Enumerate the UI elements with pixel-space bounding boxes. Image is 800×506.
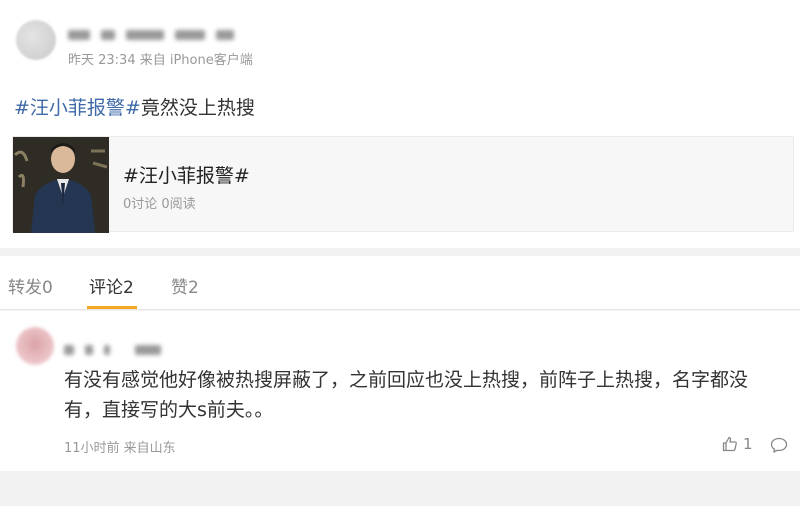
blur-block (175, 29, 206, 40)
person-thumbnail-icon (13, 137, 109, 233)
post-text: #汪小菲报警#竟然没上热搜 (14, 93, 255, 120)
like-count: 1 (743, 435, 753, 453)
username-blurred[interactable] (68, 24, 268, 40)
blur-block (85, 344, 94, 355)
post-hashtag-link[interactable]: #汪小菲报警# (14, 97, 141, 119)
blur-block (68, 29, 90, 40)
blur-block (101, 29, 116, 40)
blur-block (126, 29, 165, 40)
blur-block (216, 29, 235, 40)
avatar[interactable] (16, 20, 56, 60)
interaction-tabs: 转发0 评论2 赞2 (0, 256, 800, 310)
topic-stats: 0讨论 0阅读 (123, 197, 196, 212)
post-meta: 昨天 23:34 来自 iPhone客户端 (68, 53, 253, 68)
username-blurred[interactable] (64, 339, 224, 355)
comment-text: 有没有感觉他好像被热搜屏蔽了，之前回应也没上热搜，前阵子上热搜，名字都没有，直接… (64, 369, 749, 421)
topic-thumbnail (13, 137, 109, 233)
like-button[interactable]: 1 (722, 435, 753, 453)
tab-comments[interactable]: 评论2 (89, 273, 134, 298)
tab-reposts[interactable]: 转发0 (8, 273, 53, 298)
active-tab-indicator (87, 306, 137, 309)
tab-likes[interactable]: 赞2 (171, 273, 199, 298)
post-body: 竟然没上热搜 (140, 97, 255, 119)
weibo-post: 昨天 23:34 来自 iPhone客户端 #汪小菲报警#竟然没上热搜 #汪小菲… (0, 0, 800, 248)
reply-icon (770, 437, 788, 453)
topic-title[interactable]: #汪小菲报警# (123, 161, 250, 188)
avatar[interactable] (16, 327, 54, 365)
topic-card[interactable]: #汪小菲报警# 0讨论 0阅读 (12, 136, 794, 233)
blur-block (135, 344, 162, 355)
comment-item: 有没有感觉他好像被热搜屏蔽了，之前回应也没上热搜，前阵子上热搜，名字都没有，直接… (0, 311, 800, 471)
blur-block (64, 344, 74, 355)
blur-block (104, 344, 111, 355)
page-background (0, 471, 800, 506)
comment-meta: 11小时前 来自山东 (64, 441, 176, 456)
thumb-up-icon (722, 436, 737, 452)
reply-button[interactable] (770, 437, 788, 457)
